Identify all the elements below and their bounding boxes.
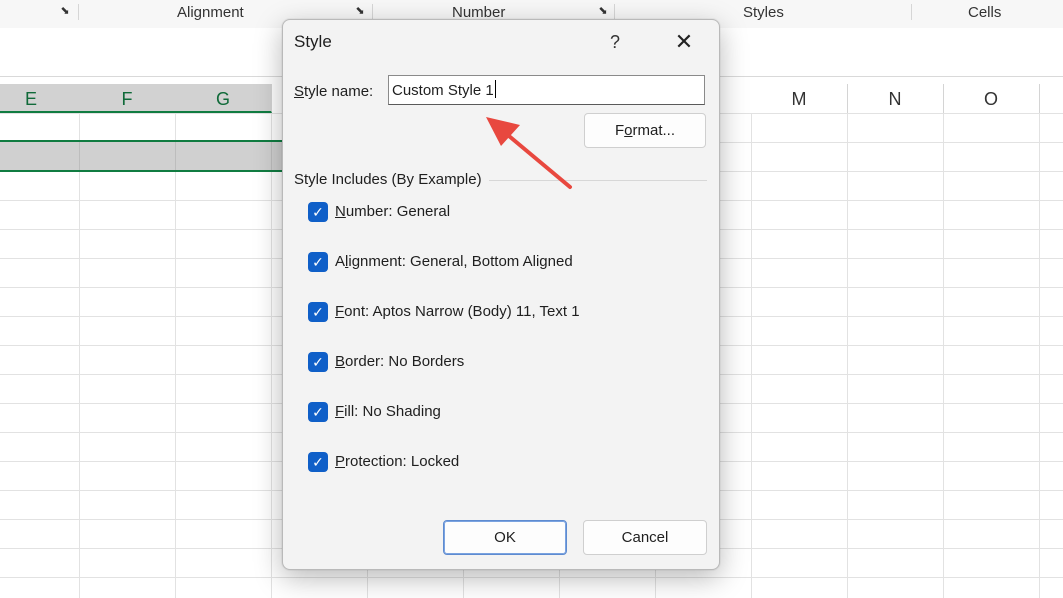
checkbox-checked-icon[interactable]: ✓ [308,452,328,472]
column-header-n[interactable]: N [847,84,944,113]
ribbon-group-styles: Styles [743,4,784,21]
cancel-button[interactable]: Cancel [583,520,707,555]
close-button[interactable]: ✕ [669,28,699,56]
ribbon-separator [78,4,79,20]
dialog-title: Style [294,32,332,51]
close-icon: ✕ [674,29,694,54]
ok-button[interactable]: OK [443,520,567,555]
help-button[interactable]: ? [601,28,629,56]
column-header-e[interactable]: E [0,84,80,113]
alignment-dialog-launcher-icon[interactable]: ⬊ [354,5,366,17]
checkbox-checked-icon[interactable]: ✓ [308,402,328,422]
format-button[interactable]: Format... [584,113,706,148]
checkbox-checked-icon[interactable]: ✓ [308,352,328,372]
column-header-g[interactable]: G [175,84,272,113]
column-header-m[interactable]: M [751,84,848,113]
checkbox-checked-icon[interactable]: ✓ [308,252,328,272]
ribbon-separator [372,4,373,20]
selected-row-range[interactable] [0,142,290,172]
ribbon-separator [911,4,912,20]
text-caret [494,80,496,98]
style-name-label: Style name: [294,83,374,100]
checkbox-checked-icon[interactable]: ✓ [308,202,328,222]
column-header-o[interactable]: O [943,84,1040,113]
group-divider [489,180,707,181]
number-dialog-launcher-icon[interactable]: ⬊ [597,5,609,17]
checkbox-checked-icon[interactable]: ✓ [308,302,328,322]
ribbon-group-alignment: Alignment [177,4,244,21]
font-dialog-launcher-icon[interactable]: ⬊ [59,5,71,17]
style-name-input[interactable]: Custom Style 1 [388,75,705,105]
ribbon-separator [614,4,615,20]
ribbon-group-cells: Cells [968,4,1002,21]
column-header-f[interactable]: F [79,84,176,113]
style-dialog: Style ? ✕ Style name: Custom Style 1 For… [282,19,720,570]
style-includes-caption: Style Includes (By Example) [294,171,482,188]
